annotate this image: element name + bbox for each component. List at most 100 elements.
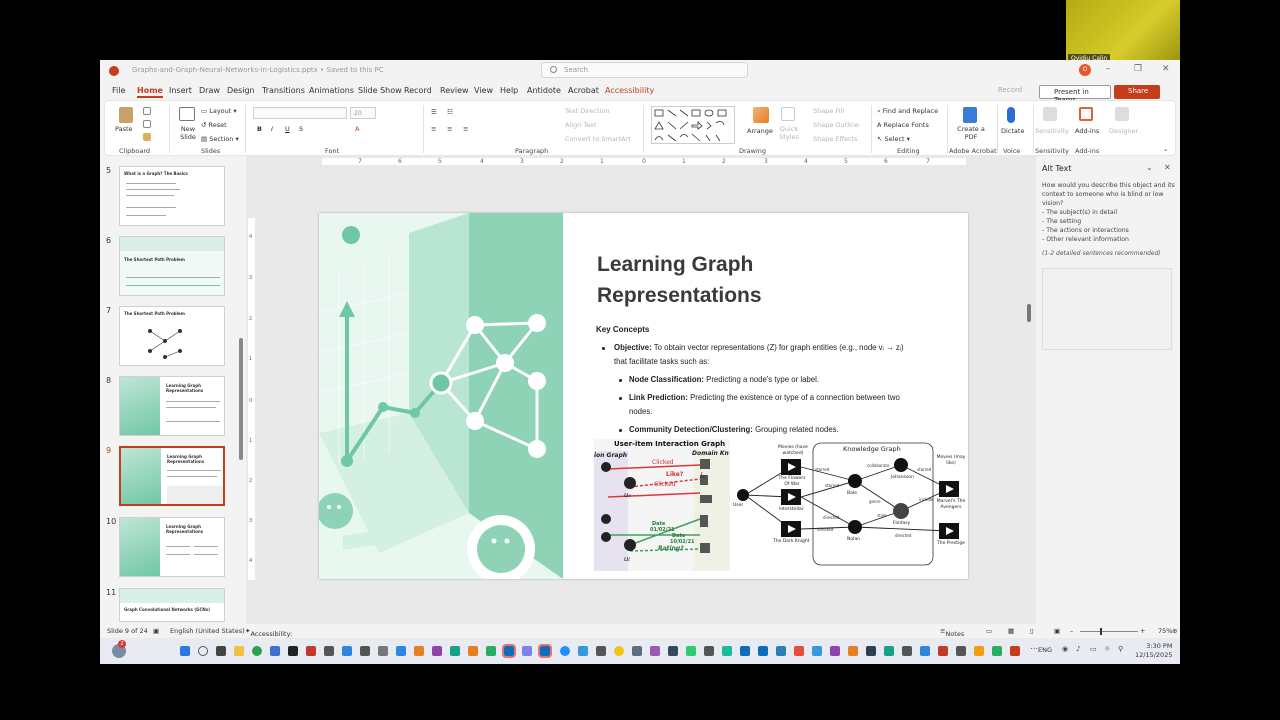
language-status[interactable]: English (United States): [170, 627, 245, 635]
app-icon[interactable]: [668, 646, 678, 656]
align-text-button[interactable]: Align Text: [565, 121, 597, 129]
tab-help[interactable]: Help: [500, 86, 518, 95]
tab-transitions[interactable]: Transitions: [262, 86, 305, 95]
tab-insert[interactable]: Insert: [169, 86, 192, 95]
tab-antidote[interactable]: Antidote: [527, 86, 561, 95]
app-icon[interactable]: [794, 646, 804, 656]
input-language[interactable]: ENG: [1038, 646, 1052, 654]
copy-icon[interactable]: [143, 120, 151, 128]
node-classification-bullet[interactable]: Node Classification: Predicting a node's…: [629, 373, 819, 387]
format-painter-icon[interactable]: [143, 133, 151, 141]
find-replace-button[interactable]: ⌕ Find and Replace: [877, 107, 938, 116]
app-icon[interactable]: [632, 646, 642, 656]
tab-design[interactable]: Design: [227, 86, 255, 95]
tab-home[interactable]: Home: [137, 86, 163, 98]
app-icon[interactable]: [686, 646, 696, 656]
app-icon[interactable]: [992, 646, 1002, 656]
slide-thumbnail-10[interactable]: Learning Graph Representations: [119, 517, 225, 577]
font-name-box[interactable]: [253, 107, 347, 119]
app-icon[interactable]: [360, 646, 370, 656]
objective-text-cont[interactable]: that facilitate tasks such as:: [614, 355, 709, 369]
close-pane-icon[interactable]: ✕: [1164, 163, 1171, 172]
sensitivity-icon[interactable]: [1043, 107, 1057, 121]
app-icon[interactable]: [920, 646, 930, 656]
teams-video-thumbnail[interactable]: Ovidiu Calin: [1066, 0, 1180, 63]
app-icon[interactable]: [306, 646, 316, 656]
slide-title[interactable]: Learning Graph Representations: [597, 249, 917, 311]
tab-record[interactable]: Record: [404, 86, 432, 95]
app-icon[interactable]: [758, 646, 768, 656]
app-icon[interactable]: [884, 646, 894, 656]
task-view-icon[interactable]: [216, 646, 226, 656]
app-icon[interactable]: [342, 646, 352, 656]
quick-styles-icon[interactable]: [781, 107, 795, 121]
app-icon[interactable]: [740, 646, 750, 656]
tab-draw[interactable]: Draw: [199, 86, 220, 95]
current-slide[interactable]: Learning Graph Representations Key Conce…: [319, 213, 968, 579]
new-slide-button[interactable]: New Slide: [177, 125, 199, 141]
link-prediction-cont[interactable]: nodes.: [629, 405, 652, 419]
normal-view-icon[interactable]: ▭: [986, 627, 992, 635]
zoom-slider[interactable]: [1080, 631, 1138, 632]
thumbnail-scrollbar[interactable]: [238, 256, 243, 664]
collapse-ribbon-icon[interactable]: ⌄: [1163, 145, 1168, 153]
scrollbar-thumb[interactable]: [239, 338, 243, 460]
add-ins-icon[interactable]: [1079, 107, 1093, 121]
app-icon[interactable]: [776, 646, 786, 656]
shapes-gallery[interactable]: [651, 106, 735, 144]
shape-outline-button[interactable]: Shape Outline: [813, 121, 859, 129]
edge-icon[interactable]: [560, 646, 570, 656]
tab-accessibility[interactable]: Accessibility: [605, 86, 654, 95]
app-icon[interactable]: [432, 646, 442, 656]
app-icon[interactable]: [830, 646, 840, 656]
notes-button[interactable]: ≡ Notes: [940, 627, 964, 638]
objective-bullet[interactable]: Objective: To obtain vector representati…: [614, 341, 954, 355]
slide-sorter-icon[interactable]: ▦: [1008, 627, 1014, 635]
tab-animations[interactable]: Animations: [309, 86, 354, 95]
spelling-icon[interactable]: ▣: [153, 627, 159, 635]
app-icon[interactable]: [450, 646, 460, 656]
wifi-icon[interactable]: ◉: [1062, 645, 1068, 653]
slide-thumbnail-6[interactable]: The Shortest Path Problem: [119, 236, 225, 296]
text-direction-button[interactable]: Text Direction: [565, 107, 610, 115]
accessibility-status[interactable]: ✦ Accessibility: Investigate: [245, 627, 292, 646]
slide-thumbnail-8[interactable]: Learning Graph Representations: [119, 376, 225, 436]
chevron-down-icon[interactable]: ⌄: [1146, 163, 1153, 172]
app-icon[interactable]: [468, 646, 478, 656]
app-icon[interactable]: [938, 646, 948, 656]
alt-text-input[interactable]: [1042, 268, 1172, 350]
underline-button[interactable]: U: [285, 125, 290, 133]
sensitivity-button[interactable]: Sensitivity: [1035, 127, 1069, 135]
more-icon[interactable]: ⋯: [1030, 644, 1038, 653]
tab-file[interactable]: File: [112, 86, 125, 95]
app-icon[interactable]: [486, 646, 496, 656]
powerpoint-taskbar-icon[interactable]: [1010, 646, 1020, 656]
reset-button[interactable]: ↺ Reset: [201, 121, 227, 129]
bold-button[interactable]: B: [257, 125, 262, 133]
new-slide-icon[interactable]: [179, 107, 195, 121]
outlook-icon[interactable]: [502, 644, 516, 658]
tab-view[interactable]: View: [474, 86, 493, 95]
taskbar-search-icon[interactable]: [198, 646, 208, 656]
slide-thumbnail-5[interactable]: What is a Graph? The Basics: [119, 166, 225, 226]
app-icon[interactable]: [596, 646, 606, 656]
app-icon[interactable]: [974, 646, 984, 656]
numbering-icon[interactable]: ☷: [447, 108, 453, 116]
app-icon[interactable]: [252, 646, 262, 656]
create-pdf-icon[interactable]: [963, 107, 977, 123]
arrange-icon[interactable]: [753, 107, 769, 123]
zoom-out-icon[interactable]: –: [1070, 627, 1073, 635]
designer-icon[interactable]: [1115, 107, 1129, 121]
slide-thumbnail-9[interactable]: Learning Graph Representations: [119, 446, 225, 506]
app-icon[interactable]: [650, 646, 660, 656]
app-icon[interactable]: [722, 646, 732, 656]
minimize-icon[interactable]: –: [1106, 64, 1111, 74]
tab-review[interactable]: Review: [440, 86, 469, 95]
app-icon[interactable]: [578, 646, 588, 656]
bullets-icon[interactable]: ☰: [431, 108, 437, 116]
paste-icon[interactable]: [119, 107, 133, 123]
font-size-box[interactable]: 20: [350, 107, 376, 119]
convert-smartart-button[interactable]: Convert to SmartArt: [565, 135, 631, 143]
close-icon[interactable]: ✕: [1162, 64, 1170, 74]
start-icon[interactable]: [180, 646, 190, 656]
